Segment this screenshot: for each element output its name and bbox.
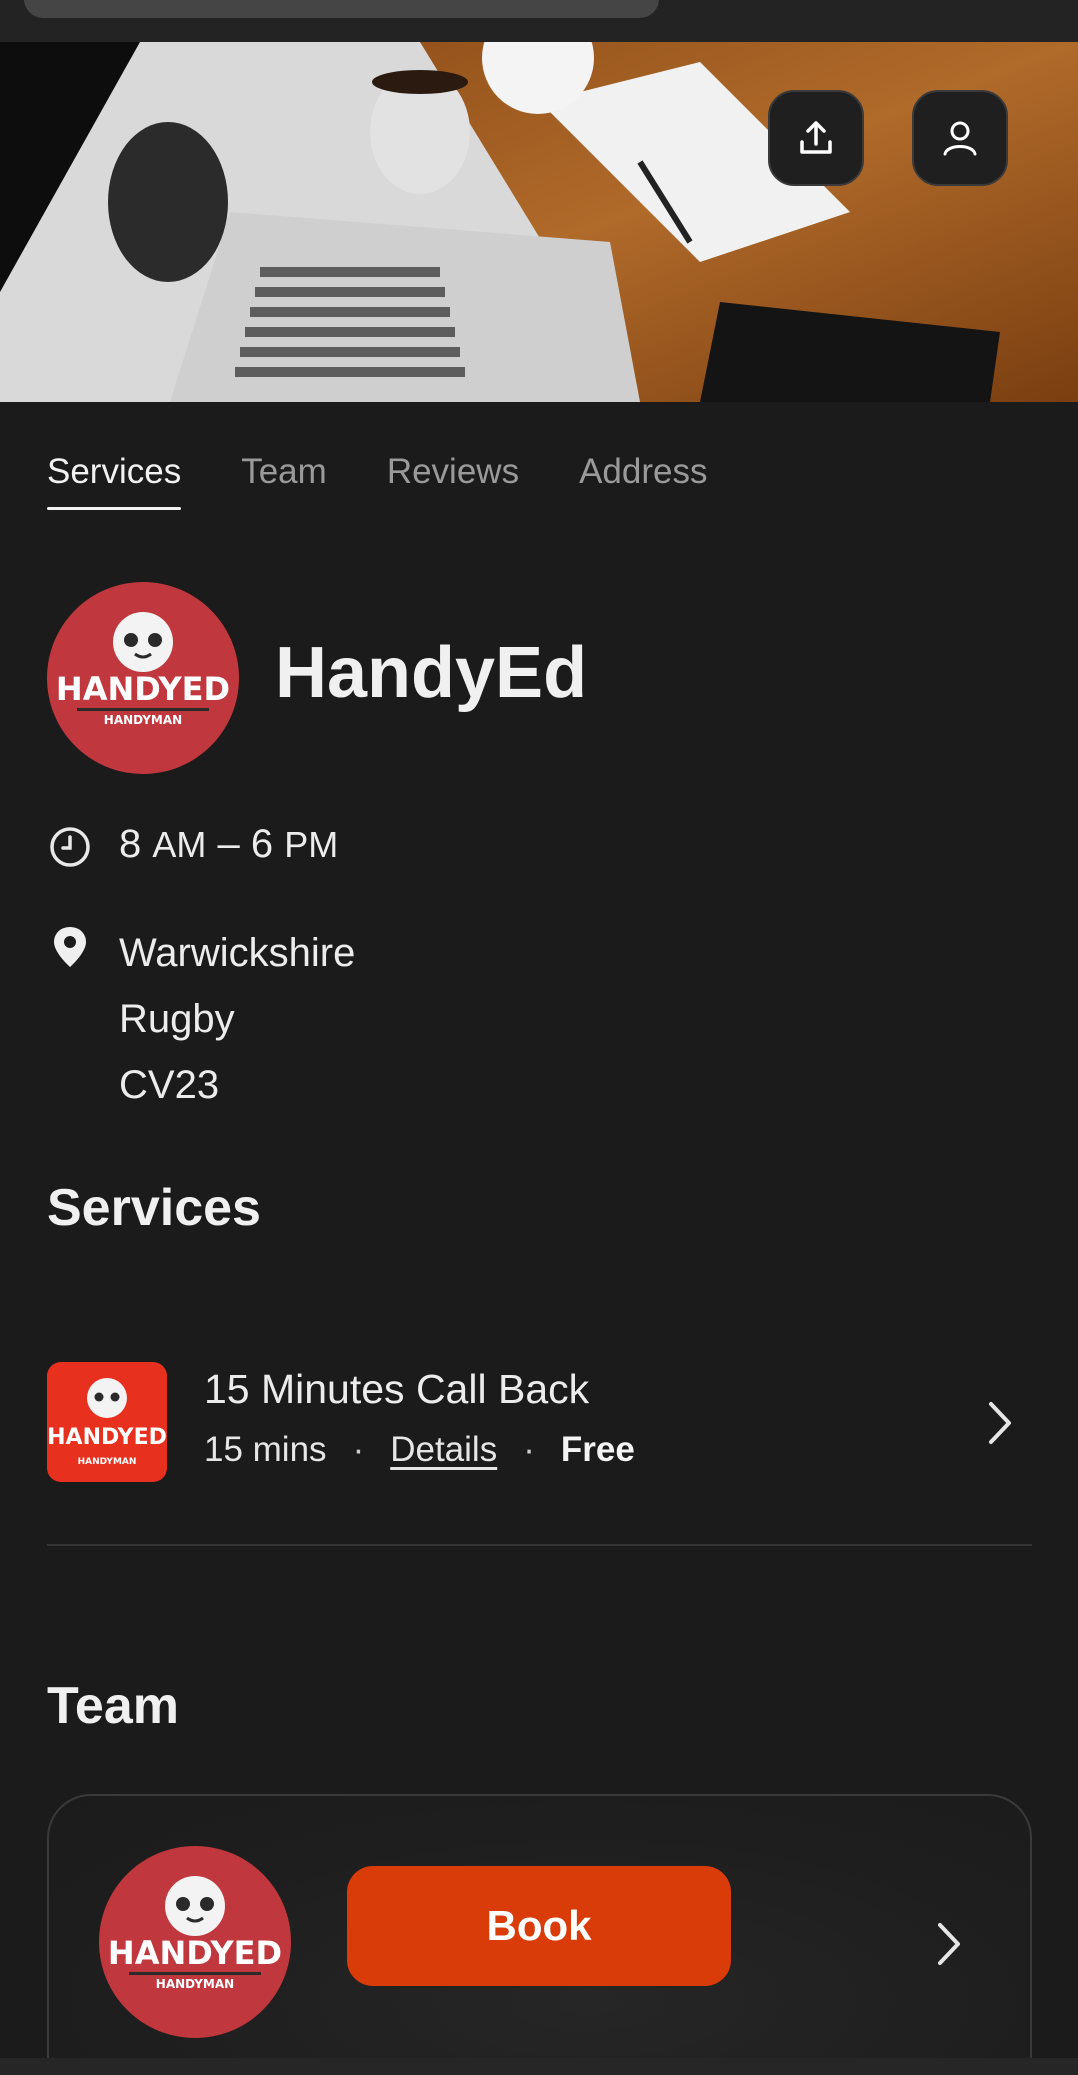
- service-name: 15 Minutes Call Back: [204, 1366, 590, 1412]
- address-town: Rugby: [119, 997, 235, 1041]
- browser-top-bar: [0, 0, 1078, 42]
- bottom-strip: [0, 2058, 1078, 2075]
- team-member-avatar: HANDYED HANDYMAN: [99, 1846, 291, 2038]
- team-heading: Team: [47, 1677, 179, 1735]
- service-duration: 15 mins: [204, 1430, 327, 1469]
- hours-text: 8 AM – 6 PM: [119, 822, 339, 866]
- meta-separator: ·: [523, 1430, 535, 1469]
- business-address: Warwickshire Rugby CV23: [47, 920, 355, 1118]
- user-icon: [940, 118, 980, 158]
- share-upload-icon: [796, 118, 836, 158]
- service-meta: 15 mins · Details · Free: [204, 1430, 635, 1470]
- meta-separator: ·: [352, 1430, 365, 1469]
- address-county: Warwickshire: [119, 931, 356, 975]
- divider: [47, 1544, 1032, 1546]
- address-bar[interactable]: [24, 0, 659, 18]
- services-heading: Services: [47, 1179, 261, 1237]
- logo-text: HANDYED: [56, 670, 230, 708]
- address-postcode: CV23: [119, 1063, 220, 1107]
- thumb-logo-text: HANDYED: [47, 1425, 167, 1450]
- map-pin-icon: [47, 924, 93, 970]
- tab-address[interactable]: Address: [579, 452, 707, 510]
- tab-services[interactable]: Services: [47, 452, 182, 510]
- share-button[interactable]: [768, 90, 864, 186]
- service-price: Free: [560, 1430, 635, 1469]
- opening-hours: 8 AM – 6 PM: [47, 820, 338, 870]
- business-name: HandyEd: [275, 633, 588, 713]
- avatar-logo-subtext: HANDYMAN: [156, 1977, 234, 1991]
- section-tabs: Services Team Reviews Address: [47, 452, 707, 510]
- tab-team[interactable]: Team: [241, 452, 327, 510]
- service-details-link[interactable]: Details: [390, 1430, 497, 1470]
- chevron-right-icon[interactable]: [980, 1398, 1020, 1448]
- logo-subtext: HANDYMAN: [104, 713, 182, 727]
- avatar-logo-text: HANDYED: [108, 1934, 282, 1972]
- book-button[interactable]: Book: [347, 1866, 731, 1986]
- chevron-right-icon[interactable]: [929, 1914, 969, 1974]
- tab-reviews[interactable]: Reviews: [387, 452, 519, 510]
- service-item[interactable]: HANDYED HANDYMAN 15 Minutes Call Back 15…: [47, 1362, 1032, 1482]
- service-thumbnail: HANDYED HANDYMAN: [47, 1362, 167, 1482]
- thumb-logo-subtext: HANDYMAN: [78, 1457, 137, 1467]
- business-logo: HANDYED HANDYMAN: [47, 582, 239, 774]
- cover-image: [0, 42, 1078, 402]
- clock-icon: [47, 824, 93, 870]
- team-member-card[interactable]: HANDYED HANDYMAN Book: [47, 1794, 1032, 2075]
- profile-button[interactable]: [912, 90, 1008, 186]
- address-lines: Warwickshire Rugby CV23: [119, 920, 355, 1118]
